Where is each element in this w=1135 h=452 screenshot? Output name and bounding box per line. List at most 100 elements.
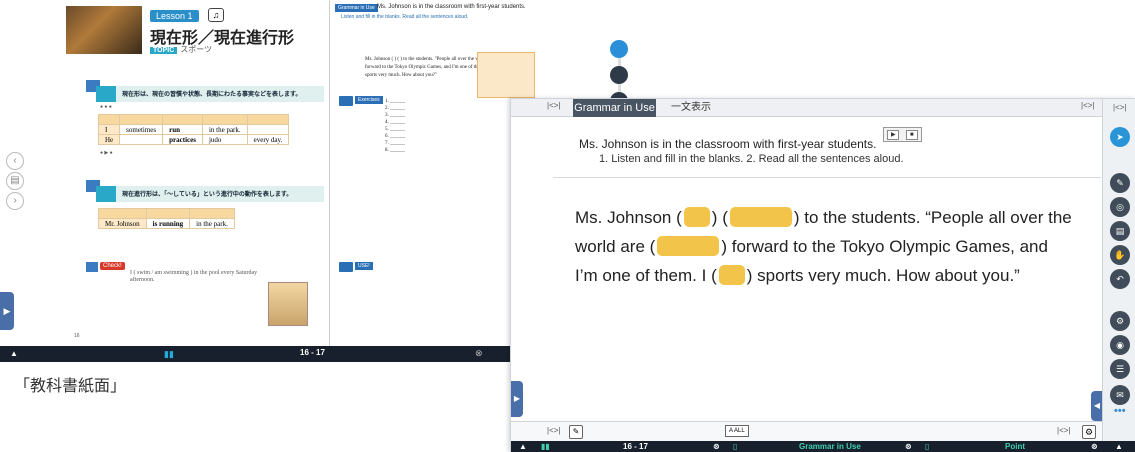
paren: ( (722, 208, 728, 227)
table-cell: I (97, 124, 121, 135)
table-cell: run (162, 124, 203, 135)
blank-3[interactable] (657, 236, 720, 256)
headphone-icon[interactable]: ♫ (208, 8, 224, 22)
close-icon[interactable]: ⊗ (475, 348, 483, 359)
passage-text: forward to the Tokyo (731, 237, 885, 256)
instructions: 1. Listen and fill in the blanks. 2. Rea… (599, 153, 904, 165)
passage-body: Ms. Johnson () () to the students. “Peop… (575, 203, 1075, 290)
all-button[interactable]: A ALL (725, 425, 749, 437)
next-page-button[interactable]: › (6, 192, 24, 210)
use-icon (339, 262, 353, 272)
left-drawer-handle[interactable]: ▶ (0, 292, 14, 330)
audio-controls: ▶ ■ (883, 127, 922, 142)
app-left-handle[interactable]: ▶ (511, 381, 523, 417)
gear-icon[interactable]: ⚙ (1082, 425, 1096, 439)
tool-nav[interactable]: |<>| (1113, 103, 1127, 112)
doc-icon[interactable]: ▯ (733, 442, 737, 451)
page-indicator: 16 - 17 (300, 348, 325, 357)
pen-tool-button[interactable] (610, 66, 628, 84)
book-tool-button[interactable]: ▤ (1110, 221, 1130, 241)
book-icon[interactable]: ▮▮ (541, 442, 550, 451)
more-icon[interactable]: ••• (1114, 405, 1126, 417)
intro-text: Ms. Johnson is in the classroom with fir… (579, 137, 877, 151)
stamp-tool-button[interactable]: ◎ (1110, 197, 1130, 217)
close-icon[interactable]: ⊗ (905, 442, 912, 451)
point1-text: 現在形は、現在の習慣や状態、長期にわたる事実などを表します。 (122, 92, 302, 98)
outline-note (477, 52, 535, 98)
hand-tool-button[interactable]: ✋ (1110, 245, 1130, 265)
blank-4[interactable] (718, 265, 745, 285)
screen: Lesson 1 ♫ 現在形／現在進行形 TOPIC スポーツ 現在形は、現在の習… (0, 0, 1135, 452)
point2-table: Mr. Johnson is running in the park. (98, 208, 235, 229)
network-tool-button[interactable]: ⚙ (1110, 311, 1130, 331)
cursor-tool-button[interactable] (610, 40, 628, 58)
paren: ) (793, 208, 800, 227)
paren: ) (721, 237, 727, 256)
tab-nav-left[interactable]: |<>| (547, 101, 561, 110)
check-tag: Check! (100, 262, 125, 270)
passage-text: sports (757, 266, 804, 285)
collapse-icon[interactable]: ▲ (519, 442, 527, 451)
paren: ) (711, 208, 718, 227)
bottom-nav-left[interactable]: |<>| (547, 426, 561, 435)
table-cell: every day. (246, 134, 290, 145)
grammar-sub: Listen and fill in the blanks. Read all … (341, 14, 469, 20)
point1-notes: ● ● ● (100, 104, 112, 110)
collapse-icon[interactable]: ▲ (1115, 442, 1123, 451)
passage-text: Ms. Johnson (575, 208, 672, 227)
use-tag: USE! (355, 262, 373, 270)
point2-text: 現在進行形は、「〜している」という進行中の動作を表します。 (122, 192, 293, 198)
table-cell: judo (201, 134, 248, 145)
app-tool-rail: |<>| ➤ ✎ ◎ ▤ ✋ ↶ ⚙ ◉ ☰ ✉ ••• (1102, 99, 1135, 441)
book-icon[interactable]: ▤ (6, 172, 24, 190)
lesson-badge: Lesson 1 (150, 10, 199, 22)
table-cell: He (97, 134, 121, 145)
paren: ( (676, 208, 682, 227)
chat-tool-button[interactable]: ✉ (1110, 385, 1130, 405)
tab-bar: |<>| Grammar in Use 一文表示 |<>| (511, 99, 1102, 117)
list-tool-button[interactable]: ☰ (1110, 359, 1130, 379)
close-icon[interactable]: ⊗ (1091, 442, 1098, 451)
pencil-icon[interactable]: ✎ (569, 425, 583, 439)
grammar-app-window: |<>| Grammar in Use 一文表示 |<>| Ms. Johnso… (510, 98, 1135, 452)
app-footer: ▲ ▮▮ 16 - 17 ⊗ ▯ Grammar in Use ⊗ ▯ Poin… (511, 441, 1135, 452)
exercises-tag: Exercises (355, 96, 383, 104)
tab-nav-right[interactable]: |<>| (1081, 101, 1095, 110)
stop-icon[interactable]: ■ (905, 129, 918, 140)
topic-tag: TOPIC (150, 47, 178, 54)
point1-examples: ● ▶ ● (100, 150, 113, 156)
bottom-nav-right[interactable]: |<>| (1057, 426, 1071, 435)
page-number-left: 16 (74, 333, 80, 339)
close-icon[interactable]: ⊗ (713, 442, 720, 451)
point1-table: I sometimes run in the park. He practice… (97, 114, 290, 145)
book-icon[interactable]: ▮▮ (164, 349, 174, 360)
play-icon[interactable]: ▶ (887, 129, 900, 140)
blank-1[interactable] (683, 207, 710, 227)
tab-sentence-view[interactable]: 一文表示 (671, 99, 711, 117)
blank-2[interactable] (729, 207, 792, 227)
paren: ( (649, 237, 656, 256)
footer-grammar[interactable]: Grammar in Use (799, 442, 861, 451)
table-cell: Mr. Johnson (98, 218, 147, 229)
cursor-tool-button[interactable]: ➤ (1110, 127, 1130, 147)
paren: ( (711, 266, 717, 285)
doc-icon[interactable]: ▯ (925, 442, 929, 451)
left-page: Lesson 1 ♫ 現在形／現在進行形 TOPIC スポーツ 現在形は、現在の習… (0, 0, 330, 346)
lesson-topic: TOPIC スポーツ (150, 44, 212, 55)
collapse-icon[interactable]: ▲ (10, 349, 18, 358)
footer-pages: 16 - 17 (623, 442, 648, 451)
pen-tool-button[interactable]: ✎ (1110, 173, 1130, 193)
grammar-text: Ms. Johnson is in the classroom with fir… (377, 4, 526, 10)
tab-grammar-in-use[interactable]: Grammar in Use (573, 99, 656, 117)
table-cell: is running (145, 218, 191, 229)
camera-tool-button[interactable]: ◉ (1110, 335, 1130, 355)
footer-point[interactable]: Point (1005, 442, 1025, 451)
table-cell: in the park. (201, 124, 248, 135)
undo-tool-button[interactable]: ↶ (1110, 269, 1130, 289)
table-cell: practices (162, 134, 203, 145)
prev-page-button[interactable]: ‹ (6, 152, 24, 170)
table-cell (119, 134, 164, 145)
check-icon (86, 262, 98, 272)
passage-text: very much. How about you.” (808, 266, 1020, 285)
check-question: I ( swim / am swimming ) in the pool eve… (130, 270, 258, 283)
